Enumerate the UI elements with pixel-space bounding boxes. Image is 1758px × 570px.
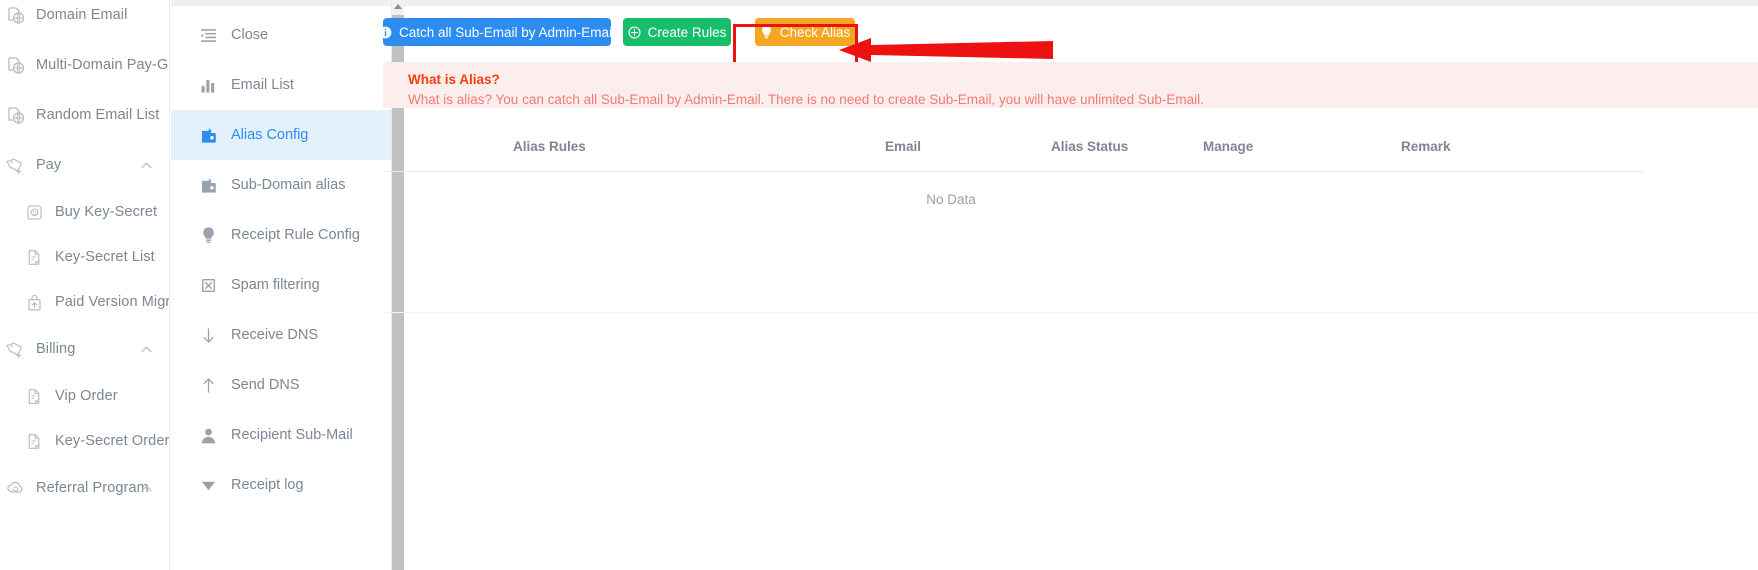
table-header-alias-rules: Alias Rules	[513, 139, 586, 154]
sidebar-item-random-email-list[interactable]: Random Email List	[0, 90, 170, 140]
submenu-item-sub-domain-alias[interactable]: Sub-Domain alias	[171, 160, 391, 210]
globe-doc-icon	[4, 4, 26, 26]
sidebar-item-billing[interactable]: Billing	[0, 324, 170, 374]
info-alert-box: What is Alias? What is alias? You can ca…	[383, 62, 1758, 108]
submenu-item-label: Recipient Sub-Mail	[231, 427, 353, 443]
sidebar-item-label: Multi-Domain Pay-Group	[36, 57, 170, 73]
submenu-item-label: Close	[231, 27, 269, 43]
submenu-item-alias-config[interactable]: Alias Config	[171, 110, 391, 160]
submenu-item-label: Receive DNS	[231, 327, 319, 343]
table-empty-state: No Data	[926, 192, 976, 207]
sidebar-item-label: Key-Secret Order	[55, 433, 170, 449]
chevron-up-icon[interactable]	[140, 343, 152, 355]
tag-plus-icon	[4, 338, 26, 360]
wallet-icon	[199, 126, 217, 144]
safe-box-icon	[23, 201, 45, 223]
submenu-item-receipt-rule-config[interactable]: Receipt Rule Config	[171, 210, 391, 260]
sidebar-divider	[169, 0, 170, 570]
bar-chart-icon	[199, 76, 217, 94]
main-content: Catch all Sub-Email by Admin-Email Creat…	[379, 0, 1758, 570]
cloud-refresh-icon	[4, 477, 26, 499]
sidebar-item-referral-program[interactable]: Referral Program	[0, 463, 170, 513]
submenu-panel: Close Email List Alias Config Sub-Domain al…	[171, 0, 392, 570]
bulb-icon	[199, 226, 217, 244]
sidebar-item-vip-order[interactable]: Vip Order	[0, 371, 170, 421]
main-top-strip	[404, 0, 1758, 6]
sidebar-item-label: Vip Order	[55, 388, 118, 404]
sidebar-item-label: Key-Secret List	[55, 249, 155, 265]
catch-all-sub-email-button[interactable]: Catch all Sub-Email by Admin-Email	[379, 18, 615, 46]
sidebar-item-label: Pay	[36, 157, 62, 173]
submenu-item-send-dns[interactable]: Send DNS	[171, 360, 391, 410]
submenu-item-receive-dns[interactable]: Receive DNS	[171, 310, 391, 360]
sidebar-item-label: Random Email List	[36, 107, 160, 123]
table-header-alias-status: Alias Status	[1051, 139, 1129, 154]
doc-check-icon	[23, 385, 45, 407]
table-footer-divider	[383, 312, 1758, 313]
user-icon	[199, 426, 217, 444]
tag-plus-icon	[4, 154, 26, 176]
sidebar-item-label: Domain Email	[36, 7, 128, 23]
arrow-down-icon	[199, 326, 217, 344]
create-rules-button[interactable]: Create Rules	[623, 18, 731, 46]
submenu-item-email-list[interactable]: Email List	[171, 60, 391, 110]
caret-down-icon	[199, 476, 217, 494]
spam-box-icon	[199, 276, 217, 294]
create-rules-label: Create Rules	[647, 24, 727, 40]
alert-body: What is alias? You can catch all Sub-Ema…	[408, 92, 1204, 107]
globe-doc-icon	[4, 104, 26, 126]
table-header-manage: Manage	[1203, 139, 1254, 154]
sidebar-item-label: Buy Key-Secret	[55, 204, 158, 220]
sidebar-item-key-secret-list[interactable]: Key-Secret List	[0, 232, 170, 282]
sidebar-item-label: Paid Version Migration	[55, 294, 170, 310]
bag-upload-icon	[23, 291, 45, 313]
sidebar-item-buy-key-secret[interactable]: Buy Key-Secret	[0, 187, 170, 237]
chevron-up-icon[interactable]	[140, 482, 152, 494]
sidebar-item-multi-domain-pay-group[interactable]: Multi-Domain Pay-Group	[0, 40, 170, 90]
check-alias-button[interactable]: Check Alias	[755, 18, 855, 46]
table-header-email: Email	[885, 139, 922, 154]
table-header-row: Alias Rules Email Alias Status Manage Remark	[383, 122, 1643, 172]
submenu-item-spam-filtering[interactable]: Spam filtering	[171, 260, 391, 310]
submenu-item-label: Email List	[231, 77, 294, 93]
check-alias-label: Check Alias	[779, 24, 851, 40]
plus-circle-icon	[628, 26, 641, 39]
alias-table: Alias Rules Email Alias Status Manage Remark…	[383, 122, 1758, 313]
catch-all-sub-email-label: Catch all Sub-Email by Admin-Email	[398, 24, 616, 40]
submenu-item-recipient-sub-mail[interactable]: Recipient Sub-Mail	[171, 410, 391, 460]
alert-title: What is Alias?	[408, 72, 500, 87]
menu-fold-icon	[199, 26, 217, 44]
submenu-item-label: Send DNS	[231, 377, 300, 393]
table-header-remark: Remark	[1401, 139, 1451, 154]
arrow-up-icon	[199, 376, 217, 394]
info-circle-icon	[379, 26, 392, 39]
submenu-item-receipt-log[interactable]: Receipt log	[171, 460, 391, 510]
submenu-top-strip	[171, 0, 391, 6]
submenu-item-label: Alias Config	[231, 127, 309, 143]
doc-check-icon	[23, 246, 45, 268]
left-sidebar: Domain Email Multi-Domain Pay-Group Random…	[0, 0, 170, 570]
submenu-item-close[interactable]: Close	[171, 10, 391, 60]
bulb-icon	[760, 25, 773, 39]
sidebar-item-domain-email[interactable]: Domain Email	[0, 0, 170, 40]
doc-check-icon	[23, 430, 45, 452]
sidebar-item-label: Referral Program	[36, 480, 149, 496]
submenu-item-label: Receipt log	[231, 477, 304, 493]
globe-doc-icon	[4, 54, 26, 76]
sidebar-item-pay[interactable]: Pay	[0, 140, 170, 190]
scroll-up-arrow-icon[interactable]	[392, 0, 404, 14]
sidebar-item-key-secret-order[interactable]: Key-Secret Order	[0, 416, 170, 466]
wallet-icon	[199, 176, 217, 194]
chevron-up-icon[interactable]	[140, 159, 152, 171]
app-root: Domain Email Multi-Domain Pay-Group Random…	[0, 0, 1758, 570]
sidebar-item-label: Billing	[36, 341, 76, 357]
submenu-item-label: Receipt Rule Config	[231, 227, 360, 243]
submenu-item-label: Spam filtering	[231, 277, 320, 293]
sidebar-item-paid-version-migration[interactable]: Paid Version Migration	[0, 277, 170, 327]
submenu-item-label: Sub-Domain alias	[231, 177, 346, 193]
